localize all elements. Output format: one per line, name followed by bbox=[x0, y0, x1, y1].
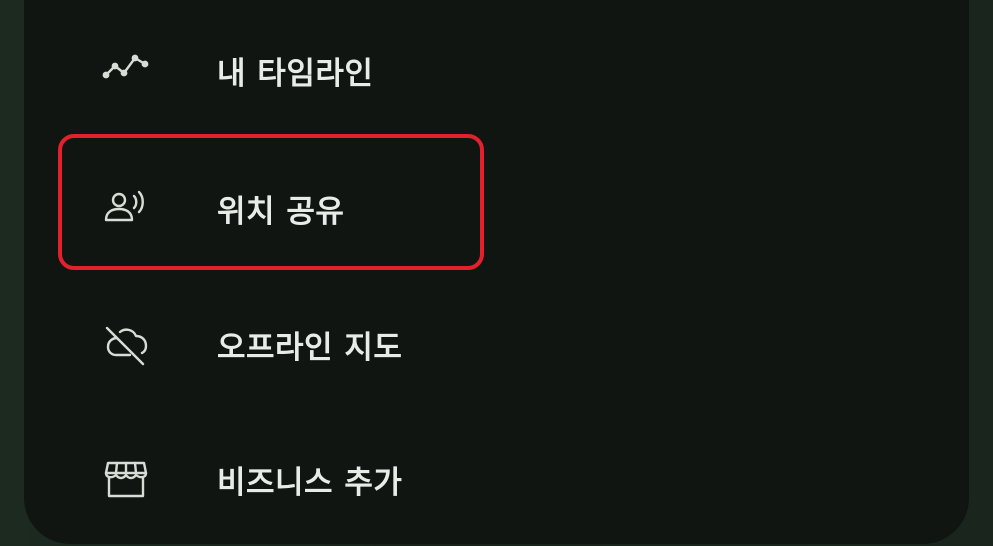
menu-item-label: 오프라인 지도 bbox=[217, 329, 403, 366]
menu-item-label: 비즈니스 추가 bbox=[217, 464, 403, 501]
menu-sheet: 내 타임라인 위치 공유 오프라인 지도 비즈니스 추가 bbox=[24, 0, 969, 544]
offline-map-icon bbox=[98, 316, 154, 372]
menu-item-location-sharing[interactable]: 위치 공유 bbox=[24, 153, 969, 263]
storefront-icon bbox=[98, 451, 154, 507]
menu-item-label: 위치 공유 bbox=[217, 193, 345, 230]
menu-item-timeline[interactable]: 내 타임라인 bbox=[24, 15, 969, 125]
location-sharing-icon bbox=[98, 180, 154, 236]
timeline-icon bbox=[98, 42, 154, 98]
menu-item-add-business[interactable]: 비즈니스 추가 bbox=[24, 424, 969, 534]
menu-item-label: 내 타임라인 bbox=[217, 55, 374, 92]
menu-item-offline-maps[interactable]: 오프라인 지도 bbox=[24, 289, 969, 399]
